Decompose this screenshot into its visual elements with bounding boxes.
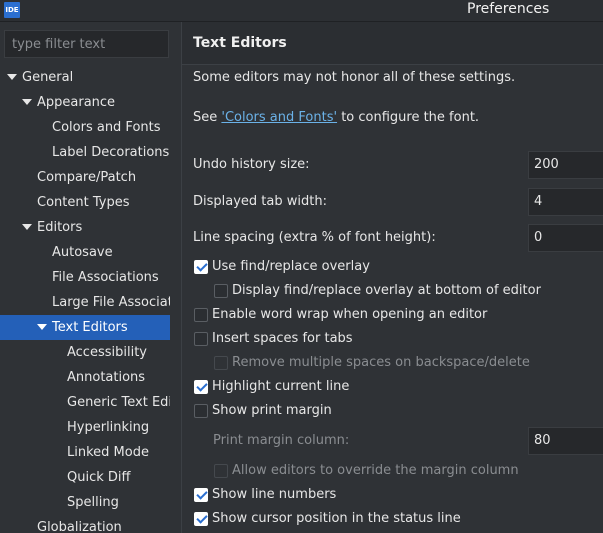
undo-history-input[interactable]: 200 — [528, 151, 603, 179]
colors-and-fonts-link[interactable]: 'Colors and Fonts' — [221, 110, 337, 125]
tree-item-large-file-associations[interactable]: Large File Associations — [0, 290, 170, 315]
tab-width-input[interactable]: 4 — [528, 188, 603, 216]
tree-item-label-decorations[interactable]: Label Decorations — [0, 140, 170, 165]
page-title: Text Editors — [193, 35, 287, 51]
tree-item-file-associations[interactable]: File Associations — [0, 265, 170, 290]
font-hint-suffix: to configure the font. — [337, 110, 480, 125]
checkbox-disabled-icon — [214, 356, 228, 370]
tree-item-content-types[interactable]: Content Types — [0, 190, 170, 215]
tree-item-compare-patch[interactable]: Compare/Patch — [0, 165, 170, 190]
checkbox-label: Display find/replace overlay at bottom o… — [232, 283, 541, 298]
tree-item-label: Globalization — [37, 520, 122, 533]
checkbox-checked-icon[interactable] — [194, 380, 208, 394]
tree-item-text-editors[interactable]: Text Editors — [0, 315, 170, 340]
checkbox-checked-icon[interactable] — [194, 512, 208, 526]
tree-item-label: File Associations — [52, 270, 159, 285]
tree-item-colors-and-fonts[interactable]: Colors and Fonts — [0, 115, 170, 140]
checkbox-label: Use find/replace overlay — [212, 259, 370, 274]
filter-box[interactable] — [4, 30, 169, 58]
print-margin-column-label: Print margin column: — [213, 433, 350, 448]
line-spacing-input[interactable]: 0 — [528, 224, 603, 252]
tree-item-label: Colors and Fonts — [52, 120, 161, 135]
tree-item-general[interactable]: General — [0, 65, 170, 90]
expanded-arrow-icon[interactable] — [22, 99, 32, 105]
undo-history-label: Undo history size: — [193, 157, 310, 172]
expanded-arrow-icon[interactable] — [7, 74, 17, 80]
tree-scrollbar[interactable] — [170, 65, 180, 533]
settings-note: Some editors may not honor all of these … — [193, 70, 516, 85]
tree-item-label: Hyperlinking — [67, 420, 150, 435]
tree-item-label: Editors — [37, 220, 83, 235]
checkbox-label: Show line numbers — [212, 487, 337, 502]
tree-item-editors[interactable]: Editors — [0, 215, 170, 240]
expanded-arrow-icon[interactable] — [22, 224, 32, 230]
tree-item-accessibility[interactable]: Accessibility — [0, 340, 170, 365]
tree-item-label: Label Decorations — [52, 145, 170, 160]
font-hint: See 'Colors and Fonts' to configure the … — [193, 110, 479, 125]
tree-item-label: Compare/Patch — [37, 170, 137, 185]
checkbox-checked-icon[interactable] — [194, 488, 208, 502]
checkbox-label: Show print margin — [212, 403, 332, 418]
tree-item-quick-diff[interactable]: Quick Diff — [0, 465, 170, 490]
title-bar: IDE Preferences — [0, 0, 603, 22]
expanded-arrow-icon[interactable] — [37, 324, 47, 330]
preferences-tree: General Appearance Colors and Fonts Labe… — [0, 65, 181, 533]
window-title: Preferences — [467, 1, 550, 17]
tree-item-label: Accessibility — [67, 345, 147, 360]
tree-item-label: Annotations — [67, 370, 146, 385]
checkbox-unchecked-icon[interactable] — [194, 308, 208, 322]
font-hint-prefix: See — [193, 110, 222, 125]
tree-item-autosave[interactable]: Autosave — [0, 240, 170, 265]
checkbox-label: Remove multiple spaces on backspace/dele… — [232, 355, 530, 370]
line-spacing-label: Line spacing (extra % of font height): — [193, 230, 436, 245]
checkbox-unchecked-icon[interactable] — [214, 284, 228, 298]
tree-item-hyperlinking[interactable]: Hyperlinking — [0, 415, 170, 440]
tree-item-label: Text Editors — [52, 320, 128, 335]
tree-item-label: Quick Diff — [67, 470, 131, 485]
checkbox-label: Highlight current line — [212, 379, 350, 394]
app-icon: IDE — [4, 2, 20, 18]
print-margin-column-input: 80 — [528, 427, 603, 455]
filter-input[interactable] — [5, 31, 168, 57]
checkbox-label: Show cursor position in the status line — [212, 511, 461, 526]
tree-item-appearance[interactable]: Appearance — [0, 90, 170, 115]
checkbox-unchecked-icon[interactable] — [194, 332, 208, 346]
tree-item-spelling[interactable]: Spelling — [0, 490, 170, 515]
preference-page: Text Editors Some editors may not honor … — [182, 22, 603, 533]
tree-item-label: Linked Mode — [67, 445, 149, 460]
tree-item-label: Autosave — [52, 245, 113, 260]
tree-item-label: Generic Text Editor — [67, 395, 170, 410]
checkbox-label: Insert spaces for tabs — [212, 331, 353, 346]
tree-item-globalization[interactable]: Globalization — [0, 515, 170, 533]
tree-item-label: Appearance — [37, 95, 116, 110]
checkbox-disabled-icon — [214, 464, 228, 478]
tab-width-label: Displayed tab width: — [193, 194, 327, 209]
tree-item-label: General — [22, 70, 74, 85]
tree-item-label: Large File Associations — [52, 295, 170, 310]
checkbox-unchecked-icon[interactable] — [194, 404, 208, 418]
tree-item-annotations[interactable]: Annotations — [0, 365, 170, 390]
checkbox-label: Enable word wrap when opening an editor — [212, 307, 488, 322]
tree-item-label: Spelling — [67, 495, 119, 510]
checkbox-label: Allow editors to override the margin col… — [232, 463, 519, 478]
tree-item-label: Content Types — [37, 195, 130, 210]
page-header: Text Editors — [182, 22, 603, 65]
tree-item-generic-text-editor[interactable]: Generic Text Editor — [0, 390, 170, 415]
preferences-navigation: General Appearance Colors and Fonts Labe… — [0, 22, 182, 533]
tree-item-linked-mode[interactable]: Linked Mode — [0, 440, 170, 465]
checkbox-checked-icon[interactable] — [194, 260, 208, 274]
